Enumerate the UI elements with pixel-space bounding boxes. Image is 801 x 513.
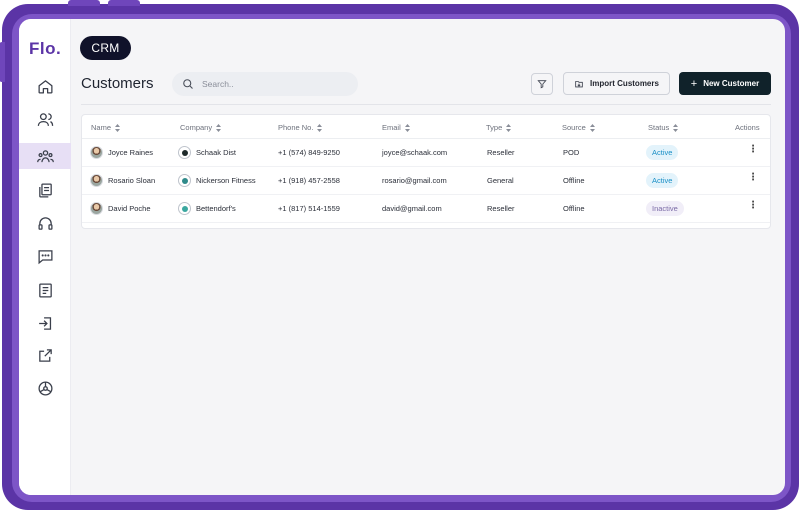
sidebar-item-messages[interactable] [19, 243, 71, 269]
column-header-label: Status [648, 123, 670, 132]
table-row[interactable]: Rosario Sloan Nickerson Fitness +1 (918)… [82, 167, 770, 195]
sort-icon [115, 123, 121, 132]
company-logo-icon [178, 202, 191, 215]
import-icon [575, 80, 583, 87]
avatar [90, 146, 103, 159]
import-customers-label: Import Customers [590, 79, 659, 88]
login-icon [38, 316, 51, 330]
new-customer-button[interactable]: + New Customer [679, 72, 771, 95]
sort-icon [673, 123, 679, 132]
sort-icon [216, 123, 222, 132]
sidebar-item-support[interactable] [19, 210, 71, 236]
app-logo[interactable]: Flo. [29, 39, 61, 59]
search-input[interactable] [202, 79, 342, 89]
sort-icon [589, 123, 595, 132]
sidebar-item-settings[interactable] [19, 375, 71, 401]
main-content: CRM Customers Import Customers + New Cus… [71, 19, 785, 495]
sidebar-item-documents[interactable] [19, 177, 71, 203]
company-name: Bettendorf's [196, 204, 236, 213]
sidebar-item-customers[interactable] [19, 143, 71, 169]
sort-icon [317, 123, 323, 132]
column-header-actions: Actions [735, 123, 760, 132]
column-header-phone[interactable]: Phone No. [278, 123, 323, 132]
sidebar-item-users[interactable] [19, 106, 71, 132]
email-address[interactable]: joyce@schaak.com [382, 148, 447, 157]
headset-icon [37, 216, 53, 230]
sidebar-item-reports[interactable] [19, 277, 71, 303]
sidebar: Flo. [19, 19, 71, 495]
device-button-top-right [108, 0, 140, 6]
status-badge: Active [646, 173, 679, 188]
sidebar-item-home[interactable] [19, 73, 71, 99]
column-header-label: Company [180, 123, 213, 132]
customer-source: POD [563, 148, 580, 157]
email-address[interactable]: david@gmail.com [382, 204, 442, 213]
row-actions-menu-icon[interactable]: ⋮ [748, 201, 758, 211]
status-badge: Active [646, 145, 679, 160]
column-header-status[interactable]: Status [648, 123, 679, 132]
sort-icon [404, 123, 410, 132]
filter-button[interactable] [531, 73, 553, 95]
sidebar-item-login[interactable] [19, 310, 71, 336]
users-icon [37, 112, 53, 126]
column-header-label: Source [562, 123, 586, 132]
company-name: Nickerson Fitness [196, 176, 256, 185]
phone-number: +1 (574) 849-9250 [278, 148, 340, 157]
table-row[interactable]: Joyce Raines Schaak Dist +1 (574) 849-92… [82, 139, 770, 167]
phone-number: +1 (817) 514-1559 [278, 204, 340, 213]
status-badge: Inactive [646, 201, 684, 216]
section-pill[interactable]: CRM [80, 36, 131, 60]
column-header-label: Actions [735, 123, 760, 132]
company-logo-icon [178, 174, 191, 187]
sort-icon [506, 123, 512, 132]
home-icon [37, 79, 53, 94]
customer-type: General [487, 176, 514, 185]
column-header-label: Name [91, 123, 112, 132]
settings-wheel-icon [37, 380, 53, 396]
company-name: Schaak Dist [196, 148, 237, 157]
row-actions-menu-icon[interactable]: ⋮ [748, 173, 758, 183]
column-header-name[interactable]: Name [91, 123, 121, 132]
table-header: Name Company Phone No. Email Type Source… [82, 115, 770, 139]
plus-icon: + [690, 77, 698, 90]
new-customer-label: New Customer [703, 79, 760, 88]
customer-name[interactable]: David Poche [108, 204, 151, 213]
column-header-label: Phone No. [278, 123, 314, 132]
search-box[interactable] [172, 72, 358, 96]
email-address[interactable]: rosario@gmail.com [382, 176, 447, 185]
column-header-source[interactable]: Source [562, 123, 595, 132]
customer-type: Reseller [487, 204, 515, 213]
column-header-company[interactable]: Company [180, 123, 222, 132]
phone-number: +1 (918) 457-2558 [278, 176, 340, 185]
avatar [90, 202, 103, 215]
sidebar-item-external[interactable] [19, 342, 71, 368]
search-icon [183, 79, 193, 89]
customers-table: Name Company Phone No. Email Type Source… [81, 114, 771, 229]
column-header-label: Email [382, 123, 401, 132]
table-row[interactable]: David Poche Bettendorf's +1 (817) 514-15… [82, 195, 770, 223]
customer-source: Offline [563, 204, 585, 213]
documents-icon [38, 182, 52, 198]
customer-type: Reseller [487, 148, 515, 157]
header-divider [81, 104, 771, 105]
app-screen: Flo. CRM Customers Search.. Import Custo… [19, 19, 785, 495]
filter-icon [537, 80, 547, 89]
device-button-top-left [68, 0, 100, 6]
company-logo-icon [178, 146, 191, 159]
row-actions-menu-icon[interactable]: ⋮ [748, 145, 758, 155]
column-header-type[interactable]: Type [486, 123, 512, 132]
customers-icon [36, 149, 54, 162]
customer-source: Offline [563, 176, 585, 185]
customer-name[interactable]: Rosario Sloan [108, 176, 155, 185]
external-link-icon [38, 348, 52, 362]
page-title: Customers [81, 75, 154, 92]
import-customers-button[interactable]: Import Customers [563, 72, 670, 95]
avatar [90, 174, 103, 187]
customer-name[interactable]: Joyce Raines [108, 148, 153, 157]
chat-icon [37, 249, 53, 264]
device-button-side [0, 42, 5, 82]
report-icon [38, 282, 52, 298]
column-header-label: Type [486, 123, 503, 132]
column-header-email[interactable]: Email [382, 123, 410, 132]
